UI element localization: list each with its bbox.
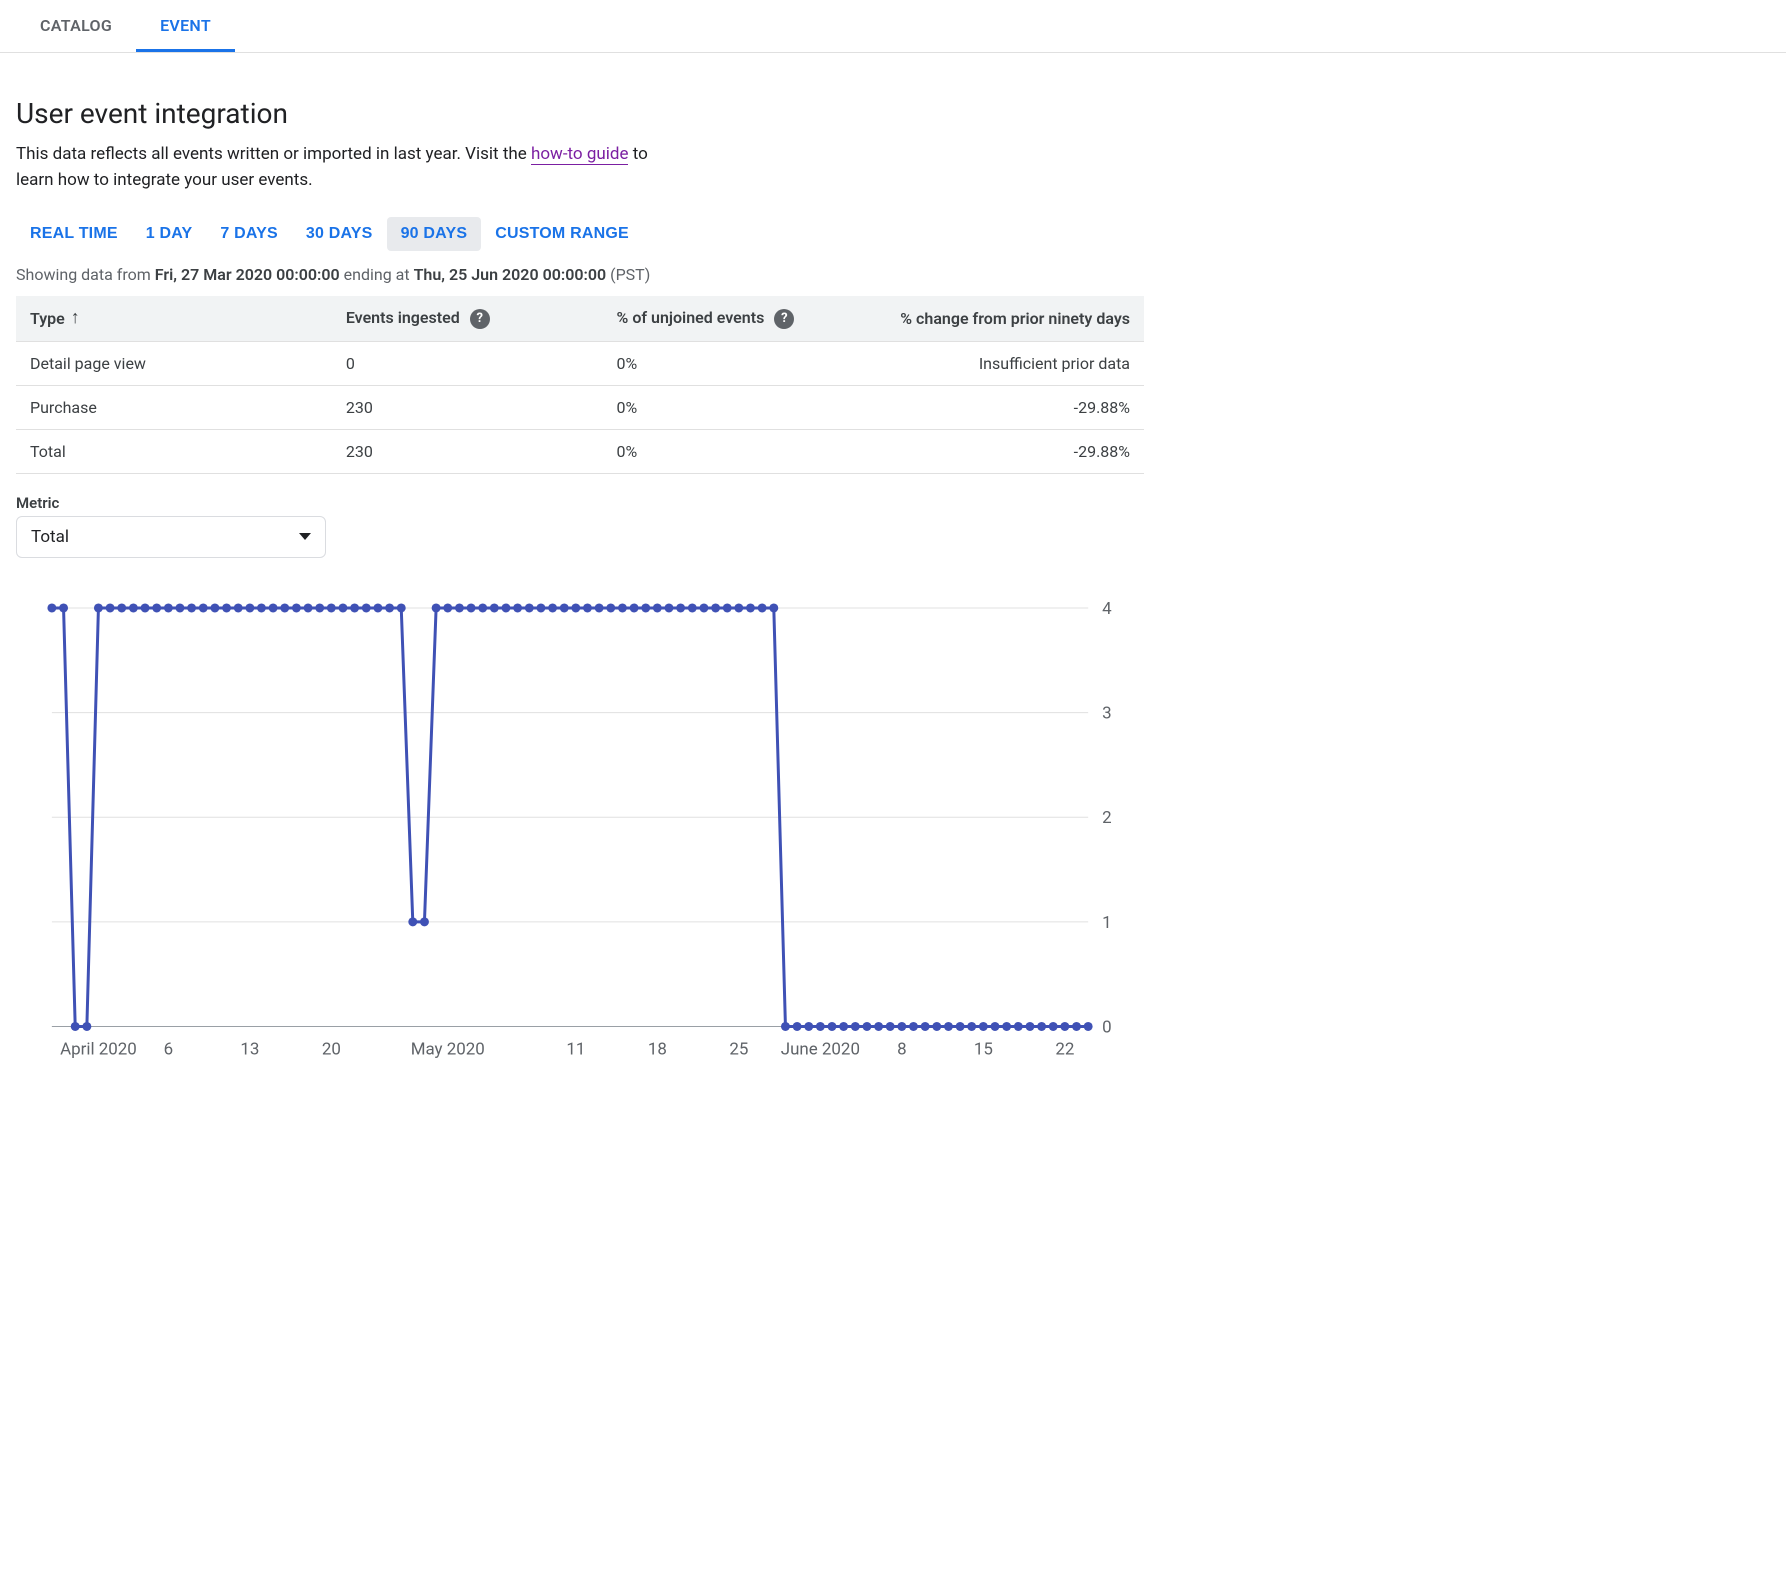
- cell-type: Total: [16, 429, 332, 473]
- col-change[interactable]: % change from prior ninety days: [885, 296, 1144, 341]
- svg-text:3: 3: [1102, 703, 1112, 723]
- cell-unjoined: 0%: [603, 385, 885, 429]
- showing-pre: Showing data from: [16, 265, 155, 284]
- svg-text:11: 11: [566, 1039, 585, 1059]
- metric-selector-wrap: Metric Total: [16, 494, 1144, 558]
- svg-text:June 2020: June 2020: [781, 1039, 860, 1059]
- range-custom[interactable]: CUSTOM RANGE: [481, 217, 643, 251]
- sort-arrow-up-icon: ↑: [71, 309, 80, 327]
- table-row: Detail page view 0 0% Insufficient prior…: [16, 341, 1144, 385]
- help-icon[interactable]: ?: [470, 309, 490, 329]
- svg-text:1: 1: [1102, 913, 1112, 933]
- cell-unjoined: 0%: [603, 429, 885, 473]
- cell-events: 0: [332, 341, 603, 385]
- col-events[interactable]: Events ingested ?: [332, 296, 603, 341]
- col-type-label: Type: [30, 309, 65, 328]
- col-unjoined-label: % of unjoined events: [617, 308, 765, 327]
- desc-pre: This data reflects all events written or…: [16, 144, 531, 164]
- help-icon[interactable]: ?: [774, 309, 794, 329]
- range-7days[interactable]: 7 DAYS: [206, 217, 292, 251]
- svg-text:May 2020: May 2020: [411, 1039, 485, 1059]
- svg-text:18: 18: [648, 1039, 667, 1059]
- metric-value: Total: [31, 527, 69, 547]
- svg-text:15: 15: [974, 1039, 993, 1059]
- svg-text:4: 4: [1102, 599, 1112, 619]
- page-title: User event integration: [16, 97, 1144, 130]
- top-tabs: CATALOG EVENT: [0, 0, 1786, 53]
- svg-text:0: 0: [1102, 1017, 1112, 1037]
- table-row: Total 230 0% -29.88%: [16, 429, 1144, 473]
- col-events-label: Events ingested: [346, 308, 460, 327]
- showing-range-text: Showing data from Fri, 27 Mar 2020 00:00…: [16, 265, 1144, 284]
- svg-text:13: 13: [240, 1039, 259, 1059]
- cell-change: -29.88%: [885, 385, 1144, 429]
- chart[interactable]: 0 1 2 3 4 April 2020 6 13 20 May 2020 11 18 25 June 2…: [16, 598, 1144, 1086]
- range-1day[interactable]: 1 DAY: [132, 217, 207, 251]
- range-30days[interactable]: 30 DAYS: [292, 217, 387, 251]
- range-90days[interactable]: 90 DAYS: [387, 217, 482, 251]
- svg-text:6: 6: [164, 1039, 174, 1059]
- cell-change: Insufficient prior data: [885, 341, 1144, 385]
- page-description: This data reflects all events written or…: [16, 142, 656, 193]
- howto-link[interactable]: how-to guide: [531, 144, 629, 165]
- events-table: Type ↑ Events ingested ? % of unjoined e…: [16, 296, 1144, 474]
- cell-type: Detail page view: [16, 341, 332, 385]
- showing-mid: ending at: [340, 265, 414, 284]
- svg-text:2: 2: [1102, 808, 1112, 828]
- range-realtime[interactable]: REAL TIME: [16, 217, 132, 251]
- col-unjoined[interactable]: % of unjoined events ?: [603, 296, 885, 341]
- cell-unjoined: 0%: [603, 341, 885, 385]
- col-change-label: % change from prior ninety days: [900, 309, 1130, 328]
- tab-event[interactable]: EVENT: [136, 0, 235, 52]
- svg-text:25: 25: [729, 1039, 748, 1059]
- cell-change: -29.88%: [885, 429, 1144, 473]
- chevron-down-icon: [299, 533, 311, 540]
- metric-label: Metric: [16, 494, 1144, 512]
- svg-text:April 2020: April 2020: [60, 1039, 137, 1059]
- svg-text:20: 20: [322, 1039, 341, 1059]
- svg-text:22: 22: [1055, 1039, 1074, 1059]
- showing-end: Thu, 25 Jun 2020 00:00:00: [414, 265, 607, 284]
- cell-events: 230: [332, 429, 603, 473]
- cell-type: Purchase: [16, 385, 332, 429]
- metric-select[interactable]: Total: [16, 516, 326, 558]
- svg-text:8: 8: [897, 1039, 907, 1059]
- tab-catalog[interactable]: CATALOG: [16, 0, 136, 52]
- showing-suf: (PST): [606, 265, 650, 284]
- col-type[interactable]: Type ↑: [16, 296, 332, 341]
- time-range-selector: REAL TIME 1 DAY 7 DAYS 30 DAYS 90 DAYS C…: [16, 217, 1144, 251]
- showing-start: Fri, 27 Mar 2020 00:00:00: [155, 265, 340, 284]
- cell-events: 230: [332, 385, 603, 429]
- table-row: Purchase 230 0% -29.88%: [16, 385, 1144, 429]
